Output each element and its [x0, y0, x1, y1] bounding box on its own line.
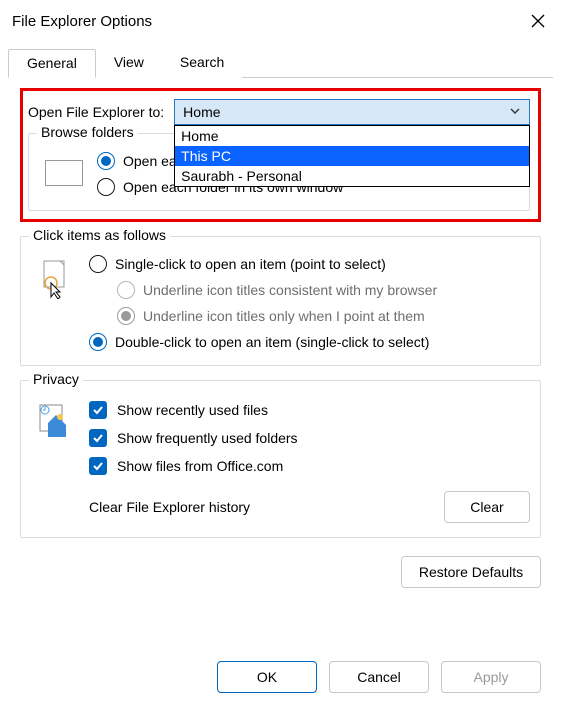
tab-content: Open File Explorer to: Home Home This PC…: [0, 78, 561, 538]
highlighted-region: Open File Explorer to: Home Home This PC…: [20, 88, 541, 222]
clear-history-label: Clear File Explorer history: [89, 499, 250, 515]
check-icon: [92, 432, 104, 444]
check-icon: [92, 460, 104, 472]
close-icon: [531, 14, 545, 28]
close-button[interactable]: [515, 0, 561, 42]
radio-underline-point: [117, 307, 135, 325]
radio-double-click[interactable]: [89, 333, 107, 351]
privacy-legend: Privacy: [29, 371, 83, 387]
label-frequent-folders: Show frequently used folders: [117, 430, 298, 446]
check-icon: [92, 404, 104, 416]
open-to-option-home[interactable]: Home: [175, 126, 529, 146]
checkbox-recent-files[interactable]: [89, 401, 107, 419]
open-to-dropdown-list: Home This PC Saurabh - Personal: [174, 125, 530, 187]
clear-button[interactable]: Clear: [444, 491, 530, 523]
folder-icon: [45, 156, 81, 186]
open-to-option-personal[interactable]: Saurabh - Personal: [175, 166, 529, 186]
window-title: File Explorer Options: [12, 13, 152, 30]
label-recent-files: Show recently used files: [117, 402, 268, 418]
radio-underline-browser: [117, 281, 135, 299]
open-to-option-this-pc[interactable]: This PC: [175, 146, 529, 166]
label-double-click: Double-click to open an item (single-cli…: [115, 334, 429, 350]
chevron-down-icon: [509, 104, 521, 120]
label-office-files: Show files from Office.com: [117, 458, 283, 474]
checkbox-frequent-folders[interactable]: [89, 429, 107, 447]
ok-button[interactable]: OK: [217, 661, 317, 693]
tab-strip: General View Search: [8, 48, 553, 78]
titlebar: File Explorer Options: [0, 0, 561, 42]
tab-view[interactable]: View: [96, 49, 162, 78]
click-icon: [38, 259, 72, 299]
browse-legend: Browse folders: [37, 124, 138, 140]
radio-own-window[interactable]: [97, 178, 115, 196]
label-single-click: Single-click to open an item (point to s…: [115, 256, 386, 272]
open-to-label: Open File Explorer to:: [28, 104, 164, 120]
cancel-button[interactable]: Cancel: [329, 661, 429, 693]
open-to-selected: Home: [183, 104, 220, 120]
click-legend: Click items as follows: [29, 227, 170, 243]
tab-search[interactable]: Search: [162, 49, 242, 78]
dialog-footer: OK Cancel Apply: [0, 661, 561, 693]
restore-defaults-button[interactable]: Restore Defaults: [401, 556, 541, 588]
radio-single-click[interactable]: [89, 255, 107, 273]
label-underline-point: Underline icon titles only when I point …: [143, 308, 425, 324]
checkbox-office-files[interactable]: [89, 457, 107, 475]
open-to-dropdown[interactable]: Home: [174, 99, 530, 125]
label-underline-browser: Underline icon titles consistent with my…: [143, 282, 437, 298]
radio-same-window[interactable]: [97, 152, 115, 170]
apply-button[interactable]: Apply: [441, 661, 541, 693]
tab-general[interactable]: General: [8, 49, 96, 78]
privacy-icon: [36, 403, 74, 441]
